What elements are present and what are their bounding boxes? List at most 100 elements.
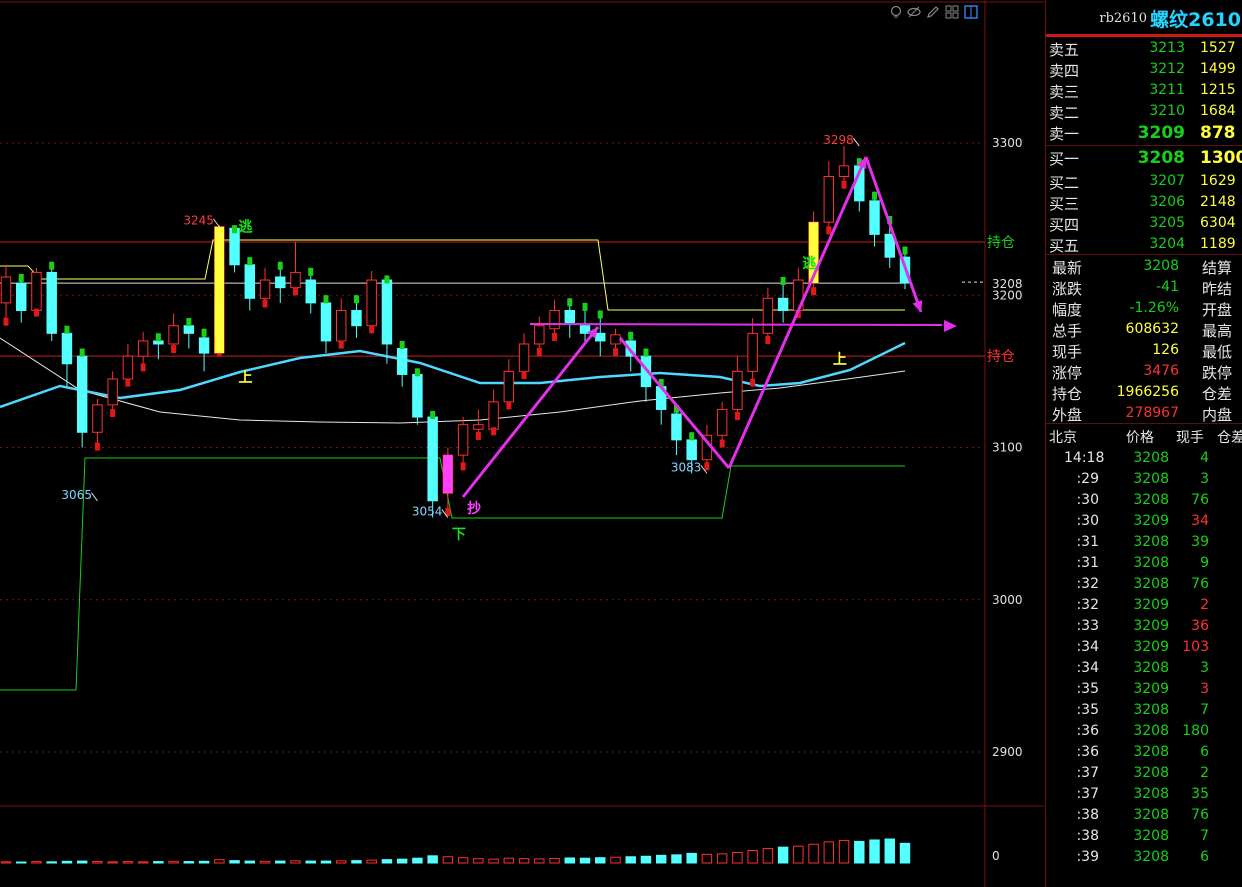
slow-moving-average xyxy=(0,337,906,424)
bid-qty: 2148 xyxy=(1200,194,1236,210)
bid-row: 买四 3205 6304 xyxy=(1046,212,1242,234)
trend-dot xyxy=(232,225,238,234)
volume-bar xyxy=(488,858,499,864)
tick-volume: 76 xyxy=(1191,492,1209,508)
volume-bar xyxy=(275,860,286,864)
tick-row[interactable]: :36 3208 6 xyxy=(1046,741,1242,762)
tick-row[interactable]: :30 3208 76 5 xyxy=(1046,489,1242,510)
highlight-candle xyxy=(443,455,453,494)
volume-bar xyxy=(122,861,134,864)
tick-row[interactable]: :31 3208 39 -1 xyxy=(1046,531,1242,552)
volume-bar xyxy=(320,860,332,864)
tick-time: :38 xyxy=(1076,807,1099,823)
stat-value: 3476 xyxy=(1143,363,1179,379)
window-icon[interactable] xyxy=(964,4,978,19)
tick-row[interactable]: :37 3208 35 -3 xyxy=(1046,783,1242,804)
bid-price: 3206 xyxy=(1149,194,1185,210)
candle-body xyxy=(838,165,850,177)
candle xyxy=(168,313,179,354)
bid-price: 3207 xyxy=(1149,173,1185,189)
signal-label: 上 xyxy=(239,370,253,386)
tick-row[interactable]: :38 3208 76 6 xyxy=(1046,804,1242,825)
eye-off-icon[interactable] xyxy=(907,4,921,18)
tick-row[interactable]: :37 3208 2 xyxy=(1046,762,1242,783)
volume-bar xyxy=(46,861,57,864)
tick-row[interactable]: 14:18 3208 4 xyxy=(1046,447,1242,468)
tick-oi-diff: -2 xyxy=(1214,639,1242,655)
tick-row[interactable]: :38 3208 7 xyxy=(1046,825,1242,846)
tick-price: 3208 xyxy=(1133,576,1169,592)
tick-row[interactable]: :36 3208 180 -6 xyxy=(1046,720,1242,741)
signal-label: 抄 xyxy=(467,500,481,517)
tick-row[interactable]: :32 3209 2 xyxy=(1046,594,1242,615)
candle-body xyxy=(884,233,895,258)
trend-dot xyxy=(567,298,573,307)
ticks-header-diff: 仓差 xyxy=(1217,430,1242,446)
ask-label: 卖三 xyxy=(1049,83,1080,101)
bid-qty: 6304 xyxy=(1200,215,1236,231)
signal-label: 逃 xyxy=(802,255,816,272)
bulb-icon[interactable] xyxy=(889,4,903,18)
volume-bar xyxy=(671,854,682,864)
tick-row[interactable]: :39 3208 6 xyxy=(1046,846,1242,867)
contract-header: rb2610 螺纹2610 xyxy=(1046,0,1242,37)
candle xyxy=(427,410,438,518)
trend-dot xyxy=(49,261,55,270)
volume-bar xyxy=(777,846,789,864)
grid-icon[interactable] xyxy=(945,4,959,19)
volume-bar xyxy=(183,861,195,864)
volume-bar xyxy=(686,852,697,864)
trend-dot xyxy=(475,431,481,440)
volume-bar xyxy=(534,858,545,864)
tick-list[interactable]: 14:1832084:2932083:303208765:303209341:3… xyxy=(1046,447,1242,867)
pen-icon[interactable] xyxy=(926,4,940,18)
tick-row[interactable]: :30 3209 34 1 xyxy=(1046,510,1242,531)
candle xyxy=(31,267,42,317)
tick-row[interactable]: :35 3208 7 xyxy=(1046,699,1242,720)
trend-dot xyxy=(323,295,329,304)
candle xyxy=(716,401,728,448)
tick-row[interactable]: :29 3208 3 xyxy=(1046,468,1242,489)
tick-row[interactable]: :34 3209 103 -2 xyxy=(1046,636,1242,657)
volume-bar xyxy=(610,856,621,864)
trend-dot xyxy=(110,409,116,418)
tick-row[interactable]: :34 3208 3 xyxy=(1046,657,1242,678)
candle xyxy=(275,261,286,303)
candle-body xyxy=(137,340,149,357)
candle-body xyxy=(686,439,697,461)
volume-bar xyxy=(351,860,362,864)
tick-row[interactable]: :35 3209 3 xyxy=(1046,678,1242,699)
trend-dot xyxy=(201,328,207,337)
candle xyxy=(92,398,103,451)
ask-qty: 1499 xyxy=(1200,61,1236,77)
tick-row[interactable]: :33 3209 36 -3 xyxy=(1046,615,1242,636)
tick-row[interactable]: :31 3208 9 xyxy=(1046,552,1242,573)
candle xyxy=(396,340,408,387)
tick-row[interactable]: :32 3208 76 3 xyxy=(1046,573,1242,594)
tick-oi-diff: -6 xyxy=(1214,723,1242,739)
volume-bar xyxy=(107,861,118,864)
candle xyxy=(732,356,743,421)
ask-row: 卖二 3210 1684 xyxy=(1046,100,1242,122)
trend-dot xyxy=(338,340,344,349)
trend-dot xyxy=(186,318,192,327)
candle-body xyxy=(16,282,27,311)
ticks-header: 北京 价格 现手 仓差 xyxy=(1046,424,1242,447)
candle xyxy=(823,161,835,235)
trend-dot xyxy=(734,412,740,421)
stat-label-2: 结算 xyxy=(1202,259,1233,277)
quote-stats: 最新 3208 结算 涨跌 -41 昨结 幅度 -1.26% 开盘 总手 608632 最高 现手 126… xyxy=(1046,255,1242,424)
candle xyxy=(290,241,301,296)
volume-bar xyxy=(244,860,256,864)
y-tick-label: 2900 xyxy=(992,745,1023,759)
trend-dot xyxy=(384,275,390,284)
kline-chart-area[interactable]: 3300 3200 3100 3000 2900 3208 持仓 持仓 3245 3065 3054… xyxy=(0,0,1044,887)
tick-price: 3208 xyxy=(1133,786,1169,802)
candle xyxy=(747,318,758,387)
tick-time: :30 xyxy=(1076,492,1099,508)
volume-bar xyxy=(564,857,576,864)
stat-label-2: 昨结 xyxy=(1202,280,1233,298)
candle-body xyxy=(412,373,423,418)
kline-chart[interactable]: 330032003100300029003208持仓持仓324530653054… xyxy=(0,0,1044,887)
tick-price: 3208 xyxy=(1133,492,1169,508)
